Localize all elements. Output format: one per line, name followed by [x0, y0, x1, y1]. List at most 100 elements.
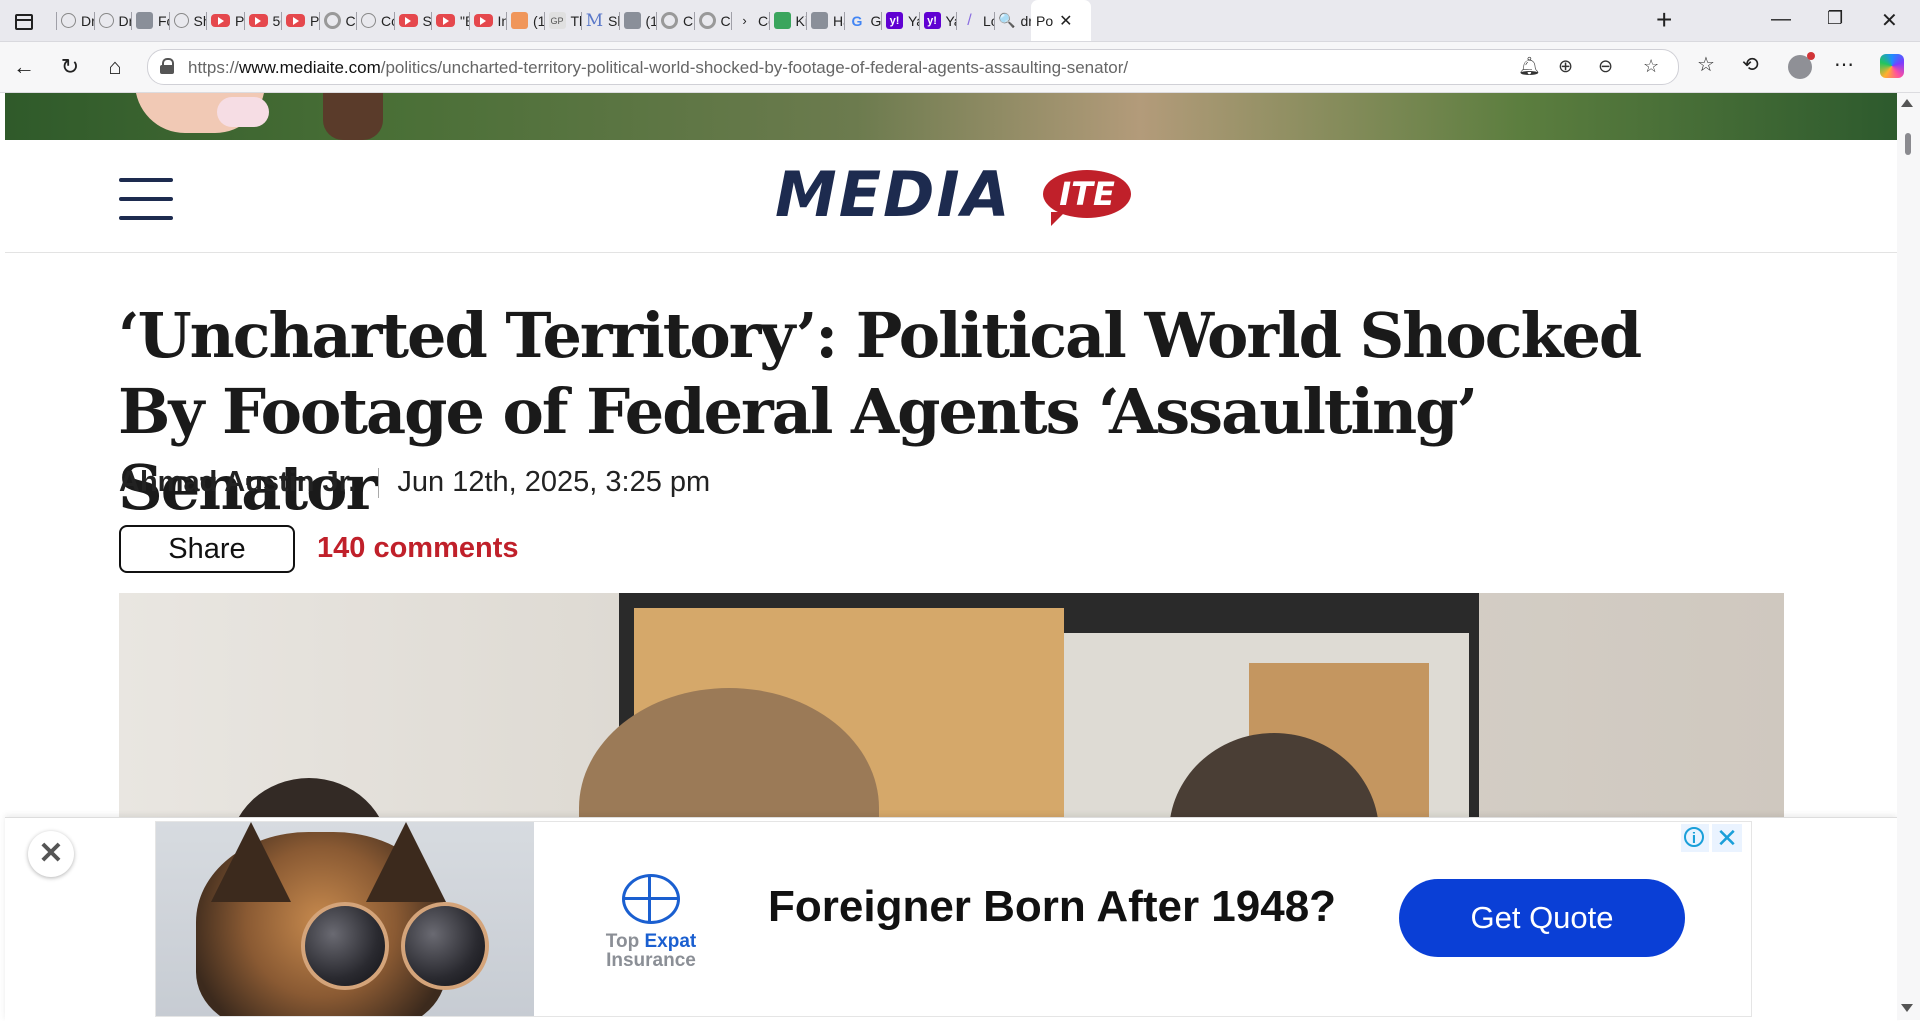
reader-icon[interactable]: ⊖ — [1598, 56, 1613, 77]
tab[interactable]: Ch — [656, 0, 694, 41]
tab-title: Po — [1036, 12, 1054, 29]
tab[interactable]: / Lo — [956, 0, 994, 41]
tab[interactable]: Pe — [206, 0, 244, 41]
close-ad-button[interactable]: ✕ — [28, 831, 74, 877]
tab[interactable]: GPTh — [543, 0, 582, 41]
tab-title: Fo — [158, 12, 169, 29]
logo-badge: ITE — [1043, 170, 1131, 226]
tab[interactable]: Pe — [281, 0, 319, 41]
yahoo-icon: y! — [923, 12, 941, 29]
tab-title: Co — [345, 12, 357, 29]
tab[interactable]: y!Ya — [918, 0, 957, 41]
tab-title: (1( — [645, 12, 657, 29]
back-arrow-icon[interactable]: ← — [9, 52, 39, 82]
brand-name-sub: Insurance — [606, 950, 696, 971]
logo-wordmark: MEDIA — [775, 158, 1012, 231]
author-link[interactable]: Ahmad Austin Jr. — [119, 466, 356, 498]
get-quote-button[interactable]: Get Quote — [1399, 879, 1685, 957]
zoom-icon[interactable]: ⊕ — [1558, 56, 1573, 77]
youtube-icon — [286, 14, 305, 27]
site-logo[interactable]: MEDIA ITE — [775, 160, 1135, 230]
tab[interactable]: G Gr — [843, 0, 882, 41]
close-window-icon[interactable]: ✕ — [1881, 8, 1898, 33]
url-text[interactable]: https://www.mediaite.com/politics/unchar… — [188, 58, 1128, 78]
tab[interactable]: 🔍 dr — [993, 0, 1031, 41]
sticky-ad-bar: ✕ Top Expat Insurance Foreigner Born Aft… — [5, 817, 1897, 1021]
yahoo-icon: y! — [886, 12, 903, 29]
hamburger-line — [119, 216, 173, 220]
tab-title: Cu — [720, 12, 732, 29]
tab[interactable]: › Co — [731, 0, 769, 41]
comments-link[interactable]: 140 comments — [317, 532, 519, 565]
address-bar[interactable]: https://www.mediaite.com/politics/unchar… — [147, 49, 1679, 85]
more-menu-icon[interactable]: ⋯ — [1834, 52, 1854, 77]
cat-ear — [211, 822, 291, 902]
ad-headline[interactable]: Foreigner Born After 1948? — [768, 882, 1336, 932]
tab[interactable]: (1( — [506, 0, 544, 41]
restore-icon[interactable]: ❐ — [1827, 8, 1843, 29]
tab-title: Dr — [81, 12, 94, 29]
globe-icon — [61, 13, 76, 28]
tab[interactable]: Co — [356, 0, 394, 41]
ad-cat-image[interactable] — [156, 822, 534, 1016]
navigation-bar: ← ↻ ⌂ https://www.mediaite.com/politics/… — [0, 42, 1920, 93]
tab[interactable]: "Bl — [431, 0, 469, 41]
active-tab[interactable]: Po ✕ — [1031, 0, 1091, 41]
tab-title: Ch — [683, 12, 694, 29]
history-icon[interactable]: ⟲ — [1742, 52, 1759, 77]
scroll-up-arrow-icon[interactable] — [1901, 99, 1913, 107]
tab-actions-menu-button[interactable] — [10, 8, 36, 34]
scrollbar[interactable] — [1897, 93, 1920, 1020]
tab[interactable]: Dr — [93, 0, 131, 41]
globe-icon — [361, 13, 376, 28]
home-icon[interactable]: ⌂ — [100, 52, 130, 82]
tab-title: Kir — [795, 12, 807, 29]
youtube-icon — [398, 14, 418, 27]
ring-icon — [698, 12, 716, 29]
share-button[interactable]: Share — [119, 525, 295, 573]
youtube-icon — [211, 14, 230, 27]
ad-dismiss-icon[interactable]: ✕ — [1712, 824, 1742, 852]
scroll-down-arrow-icon[interactable] — [1901, 1004, 1913, 1012]
tab[interactable]: Co — [318, 0, 357, 41]
tab[interactable]: (1( — [618, 0, 657, 41]
lock-icon[interactable] — [160, 58, 174, 74]
new-tab-button[interactable]: + — [1656, 4, 1672, 36]
tab[interactable]: Sil — [393, 0, 431, 41]
favorites-icon[interactable]: ☆ — [1697, 52, 1715, 77]
ad-info-icon[interactable]: i — [1681, 824, 1709, 852]
tab-title: Ya — [945, 12, 957, 29]
tab-title: "Bl — [460, 12, 469, 29]
tab-strip: Dr Dr Fo Sh Pe 50 Pe Co Co Sil "Bl In (1… — [0, 0, 1920, 42]
tab[interactable]: Kir — [768, 0, 807, 41]
ad-brand-logo[interactable]: Top Expat Insurance — [596, 874, 706, 974]
brand-name-top: Top — [605, 931, 640, 952]
bell-icon[interactable]: 🔔︎ — [1518, 56, 1541, 77]
tab-title: Sh — [608, 12, 619, 29]
tab-title: Gr — [870, 12, 882, 29]
minimize-icon[interactable]: — — [1771, 8, 1791, 31]
bookmark-icon — [511, 12, 528, 29]
globe-icon — [98, 13, 114, 28]
arrow-icon: › — [742, 13, 747, 28]
tab[interactable]: Cu — [693, 0, 732, 41]
close-tab-icon[interactable]: ✕ — [1059, 11, 1072, 31]
profile-avatar[interactable] — [1788, 52, 1815, 79]
tab[interactable]: MSh — [581, 0, 619, 41]
tab[interactable]: Sh — [168, 0, 206, 41]
copilot-icon[interactable] — [1880, 54, 1904, 78]
scrollbar-thumb[interactable] — [1905, 133, 1911, 155]
tab[interactable]: Dr — [56, 0, 94, 41]
tab[interactable]: Ha — [806, 0, 844, 41]
refresh-icon[interactable]: ↻ — [55, 52, 85, 82]
hamburger-line — [119, 197, 173, 201]
tab[interactable]: Fo — [131, 0, 169, 41]
hamburger-menu-icon[interactable] — [119, 178, 173, 220]
favorite-star-icon[interactable]: ☆ — [1643, 56, 1659, 77]
tab-title: Th — [570, 12, 582, 29]
hamburger-line — [119, 178, 173, 182]
tab[interactable]: 50 — [243, 0, 281, 41]
tab[interactable]: In — [468, 0, 506, 41]
tab[interactable]: y!Ya — [881, 0, 919, 41]
ad-unit[interactable]: Top Expat Insurance Foreigner Born After… — [155, 821, 1752, 1017]
